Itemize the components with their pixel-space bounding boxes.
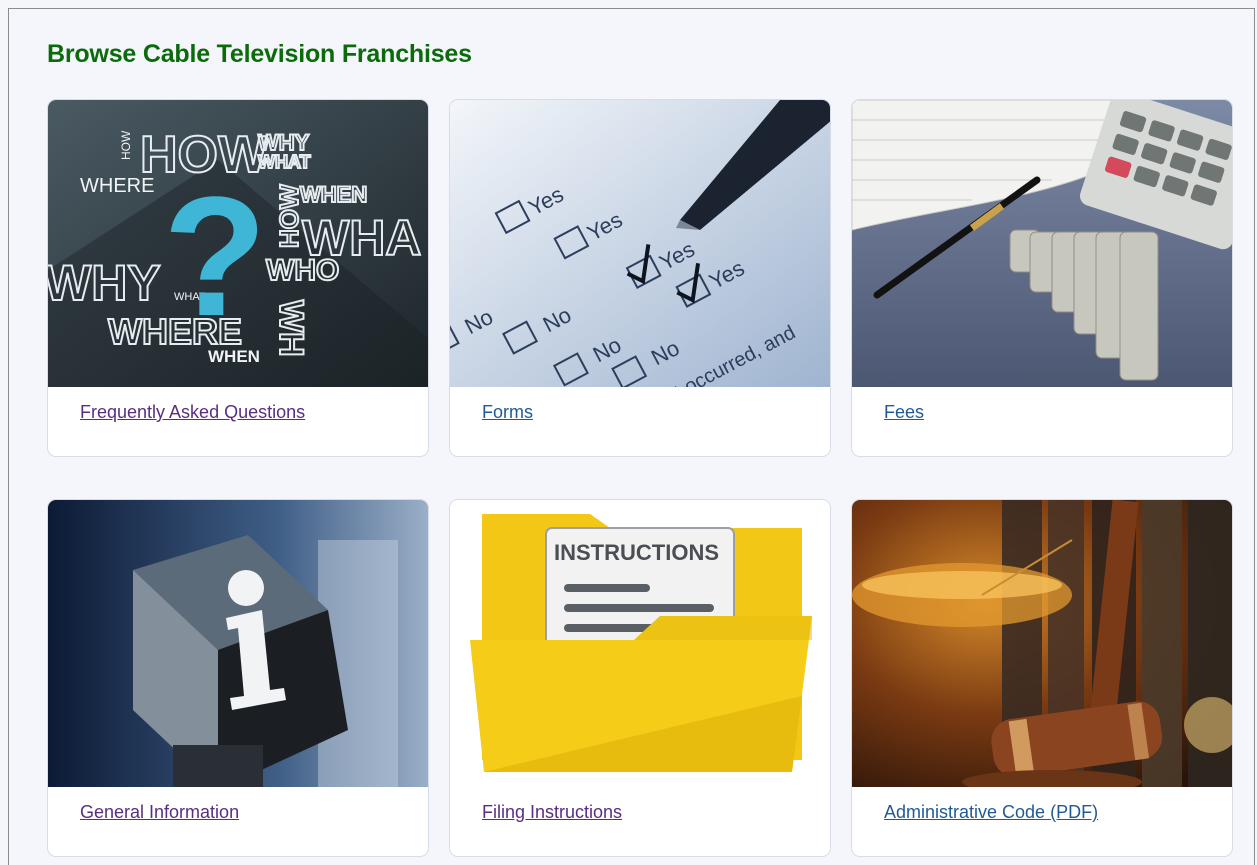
- info-cube-icon[interactable]: [48, 500, 428, 787]
- instructions-folder-icon[interactable]: INSTRUCTIONS: [450, 500, 830, 787]
- svg-text:WH: WH: [272, 300, 310, 357]
- checklist-form-icon[interactable]: Yes Yes No No Yes No Yes No it occurred,…: [450, 100, 830, 387]
- faq-link[interactable]: Frequently Asked Questions: [80, 402, 305, 423]
- svg-text:INSTRUCTIONS: INSTRUCTIONS: [554, 540, 719, 565]
- svg-text:HOW: HOW: [274, 184, 304, 248]
- card-administrative-code[interactable]: Administrative Code (PDF): [851, 499, 1233, 857]
- fees-link[interactable]: Fees: [884, 402, 924, 423]
- card-general-info[interactable]: General Information: [47, 499, 429, 857]
- svg-text:WHERE: WHERE: [80, 175, 154, 197]
- administrative-code-link[interactable]: Administrative Code (PDF): [884, 802, 1098, 823]
- svg-text:?: ?: [163, 162, 267, 352]
- general-info-link[interactable]: General Information: [80, 802, 239, 823]
- card-forms[interactable]: Yes Yes No No Yes No Yes No it occurred,…: [449, 99, 831, 457]
- svg-text:WHO: WHO: [266, 254, 339, 287]
- card-faq[interactable]: HOW WHY WHAT WHEN WHA WHO WHY WHERE WHER…: [47, 99, 429, 457]
- gavel-scales-icon[interactable]: [852, 500, 1232, 787]
- card-fees[interactable]: Fees: [851, 99, 1233, 457]
- card-filing-instructions[interactable]: INSTRUCTIONS Filing Instructions: [449, 499, 831, 857]
- filing-instructions-link[interactable]: Filing Instructions: [482, 802, 622, 823]
- svg-text:WHEN: WHEN: [300, 182, 367, 207]
- page-title: Browse Cable Television Franchises: [47, 40, 472, 68]
- forms-link[interactable]: Forms: [482, 402, 533, 423]
- calculator-coins-icon[interactable]: [852, 100, 1232, 387]
- question-words-icon[interactable]: HOW WHY WHAT WHEN WHA WHO WHY WHERE WHER…: [48, 100, 428, 387]
- svg-text:WHY: WHY: [48, 255, 161, 311]
- svg-text:HOW: HOW: [119, 130, 133, 160]
